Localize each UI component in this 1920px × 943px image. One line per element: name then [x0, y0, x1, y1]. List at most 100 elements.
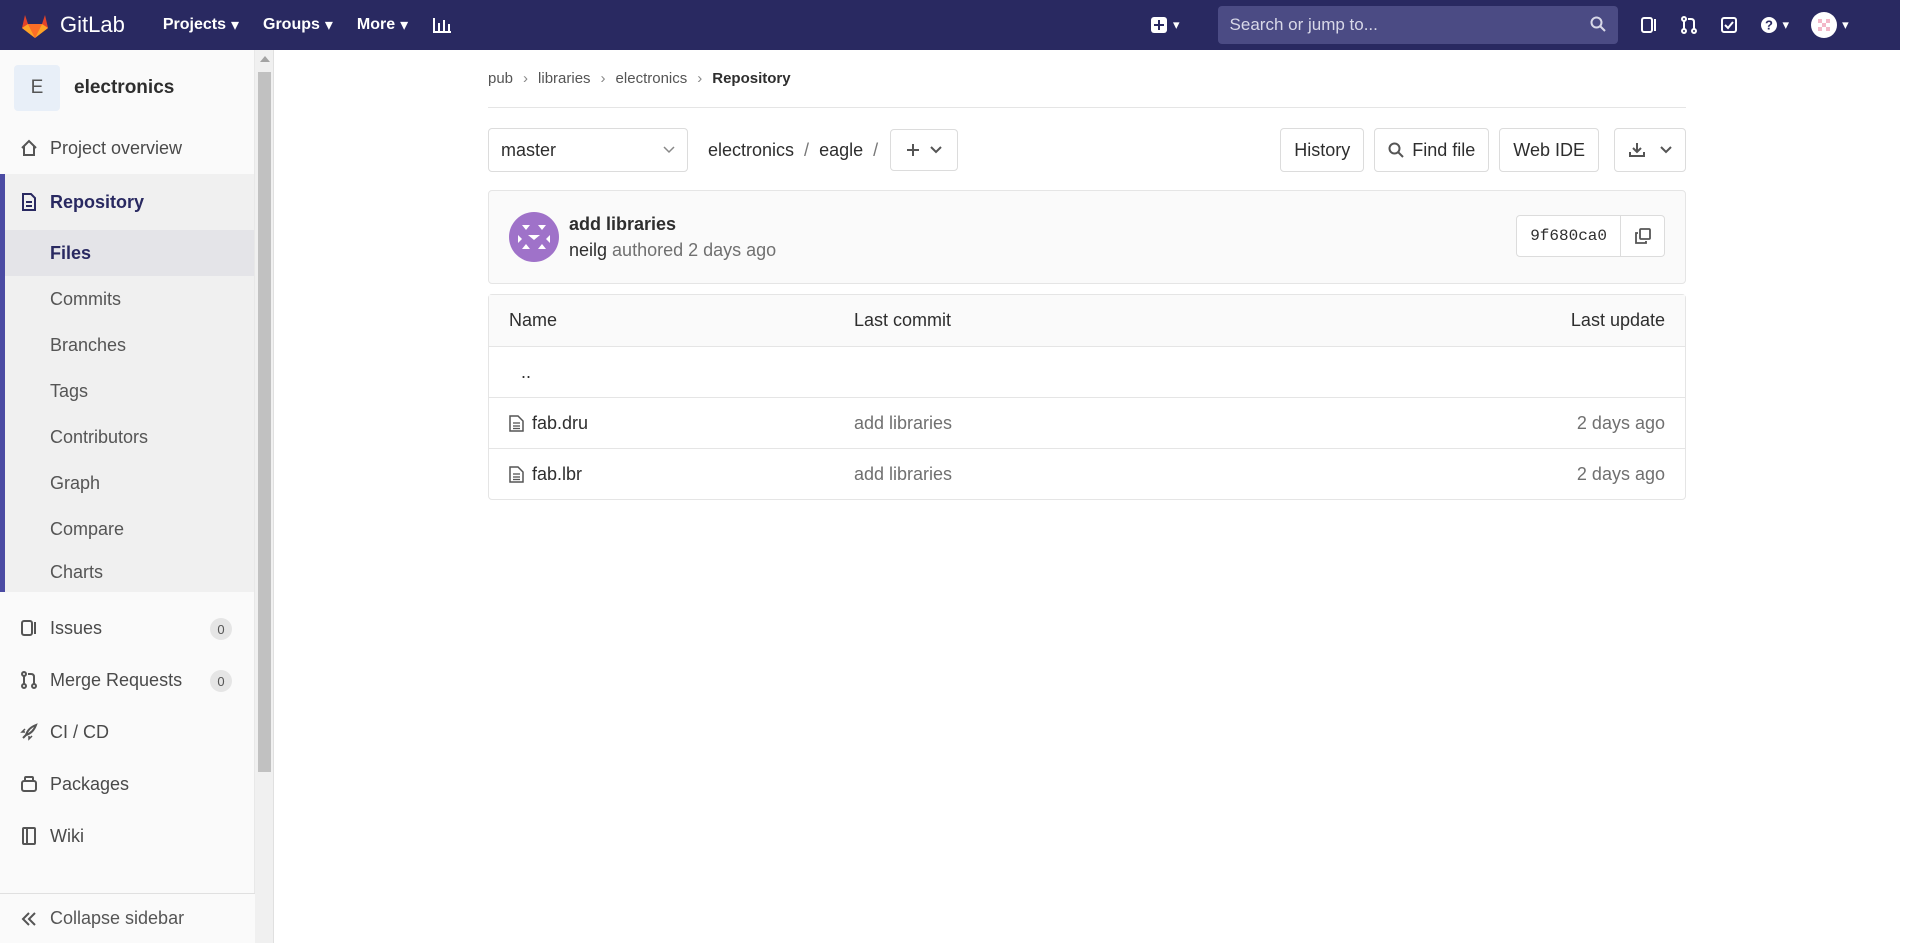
sidebar-item-label: Merge Requests	[50, 669, 183, 690]
file-last-commit[interactable]: add libraries	[854, 464, 952, 485]
file-name-cell[interactable]: fab.lbr	[509, 464, 582, 485]
sidebar-subitem-branches[interactable]: Branches	[5, 322, 254, 368]
merge-request-icon	[21, 671, 37, 689]
sidebar-item-label: Repository	[50, 191, 145, 212]
commit-author[interactable]: neilg	[569, 240, 607, 260]
breadcrumb-libraries[interactable]: libraries	[538, 70, 591, 87]
nav-groups[interactable]: Groups ▾	[263, 15, 333, 35]
todos-nav-button[interactable]	[1720, 16, 1738, 34]
merge-requests-nav-button[interactable]	[1680, 16, 1698, 34]
chevron-down-icon: ▾	[400, 17, 409, 34]
commit-title[interactable]: add libraries	[569, 214, 776, 235]
sidebar-scrollbar[interactable]	[255, 50, 274, 943]
download-dropdown[interactable]	[1614, 128, 1686, 172]
help-dropdown[interactable]: ? ▾	[1760, 16, 1789, 34]
svg-text:?: ?	[1765, 18, 1773, 33]
commit-sha[interactable]: 9f680ca0	[1516, 215, 1621, 257]
sidebar-item-merge-requests[interactable]: Merge Requests 0	[0, 654, 254, 706]
sidebar-subitem-tags[interactable]: Tags	[5, 368, 254, 414]
file-last-update: 2 days ago	[1576, 463, 1665, 484]
bar-chart-icon	[433, 18, 452, 33]
merge-request-icon	[1680, 16, 1697, 34]
copy-sha-button[interactable]	[1621, 215, 1665, 257]
chevron-down-icon	[1660, 146, 1672, 154]
file-icon	[509, 414, 524, 432]
web-ide-button[interactable]: Web IDE	[1499, 128, 1599, 172]
commit-meta: neilg authored 2 days ago	[569, 240, 776, 261]
last-commit-panel: add libraries neilg authored 2 days ago …	[488, 190, 1686, 284]
breadcrumb-pub[interactable]: pub	[488, 70, 513, 87]
file-last-update: 2 days ago	[1576, 412, 1665, 433]
commit-authored-label: authored	[612, 239, 684, 260]
top-navbar: GitLab Projects▾ Groups▾ More▾ ▾ ? ▾	[0, 0, 1900, 50]
scrollbar-thumb[interactable]	[258, 72, 271, 772]
issues-nav-button[interactable]	[1640, 16, 1658, 34]
repo-toolbar: master electronics / eagle / History Fin…	[488, 128, 1686, 172]
path-segment-root[interactable]: electronics	[708, 140, 794, 161]
chevron-right-icon: ›	[523, 70, 529, 87]
sidebar-item-project-overview[interactable]: Project overview	[0, 122, 254, 174]
sidebar-subitem-files[interactable]: Files	[5, 230, 254, 276]
nav-projects[interactable]: Projects ▾	[163, 15, 239, 35]
file-name[interactable]: fab.lbr	[532, 464, 582, 485]
sidebar-subitem-charts[interactable]: Charts	[5, 552, 254, 592]
user-menu-dropdown[interactable]: ▾	[1811, 12, 1849, 38]
sidebar-subitem-contributors[interactable]: Contributors	[5, 414, 254, 460]
identicon-icon	[1818, 19, 1831, 31]
chevron-down-icon: ▾	[1842, 17, 1849, 32]
branch-name: master	[501, 139, 557, 160]
sidebar-item-label: Wiki	[50, 825, 84, 846]
branch-select[interactable]: master	[488, 128, 688, 172]
sidebar-subitem-commits[interactable]: Commits	[5, 276, 254, 322]
sidebar-item-issues[interactable]: Issues 0	[0, 602, 254, 654]
path-segment-eagle[interactable]: eagle	[819, 140, 863, 161]
sidebar-subitem-graph[interactable]: Graph	[5, 460, 254, 506]
file-last-commit[interactable]: add libraries	[854, 413, 952, 434]
search-box[interactable]	[1217, 6, 1618, 44]
breadcrumb: pub › libraries › electronics › Reposito…	[488, 50, 1686, 108]
sidebar-item-wiki[interactable]: Wiki	[0, 810, 254, 862]
history-button[interactable]: History	[1280, 128, 1365, 172]
commit-time: 2 days ago	[688, 239, 777, 260]
file-tree-header: Name Last commit Last update	[489, 295, 1685, 346]
collapse-sidebar-button[interactable]: Collapse sidebar	[0, 893, 255, 943]
table-row-parent-dir[interactable]: ..	[489, 346, 1685, 397]
user-avatar	[1811, 12, 1838, 38]
gitlab-logo[interactable]: GitLab	[20, 11, 125, 39]
find-file-label: Find file	[1412, 139, 1476, 160]
merge-requests-count-badge: 0	[210, 670, 232, 692]
sidebar-item-label: CI / CD	[50, 721, 110, 742]
table-row: fab.lbr add libraries 2 days ago	[489, 448, 1685, 499]
home-icon	[21, 139, 37, 156]
sidebar-subitem-compare[interactable]: Compare	[5, 506, 254, 552]
double-chevron-left-icon	[21, 911, 36, 926]
repo-path: electronics / eagle /	[708, 140, 888, 161]
sidebar-item-packages[interactable]: Packages	[0, 758, 254, 810]
search-input[interactable]	[1229, 15, 1570, 35]
breadcrumb-repository[interactable]: Repository	[712, 70, 790, 87]
brand-name: GitLab	[60, 12, 125, 37]
commit-sha-group: 9f680ca0	[1516, 215, 1665, 257]
table-row: fab.dru add libraries 2 days ago	[489, 397, 1685, 448]
new-item-dropdown[interactable]: ▾	[1150, 16, 1180, 34]
file-name[interactable]: fab.dru	[532, 413, 588, 434]
scroll-up-arrow-icon[interactable]	[260, 56, 270, 62]
collapse-sidebar-label: Collapse sidebar	[50, 908, 185, 928]
chevron-down-icon: ▾	[324, 17, 333, 34]
nav-more-label: More	[356, 16, 396, 33]
parent-dir-link[interactable]: ..	[521, 362, 531, 383]
activity-chart-button[interactable]	[432, 16, 452, 34]
sidebar-repository-section: Repository Files Commits Branches Tags C…	[0, 174, 254, 592]
file-tree-table: Name Last commit Last update .. fab.dru …	[488, 294, 1686, 500]
sidebar-item-ci-cd[interactable]: CI / CD	[0, 706, 254, 758]
nav-more[interactable]: More ▾	[357, 15, 408, 35]
find-file-button[interactable]: Find file	[1374, 128, 1490, 172]
breadcrumb-electronics[interactable]: electronics	[616, 70, 688, 87]
add-to-tree-button[interactable]	[890, 129, 959, 171]
file-name-cell[interactable]: fab.dru	[509, 413, 588, 434]
question-icon: ?	[1760, 17, 1777, 33]
author-avatar[interactable]	[509, 212, 559, 262]
sidebar-project-header[interactable]: E electronics	[0, 58, 254, 118]
package-icon	[21, 776, 37, 792]
sidebar-item-repository[interactable]: Repository	[5, 174, 254, 230]
